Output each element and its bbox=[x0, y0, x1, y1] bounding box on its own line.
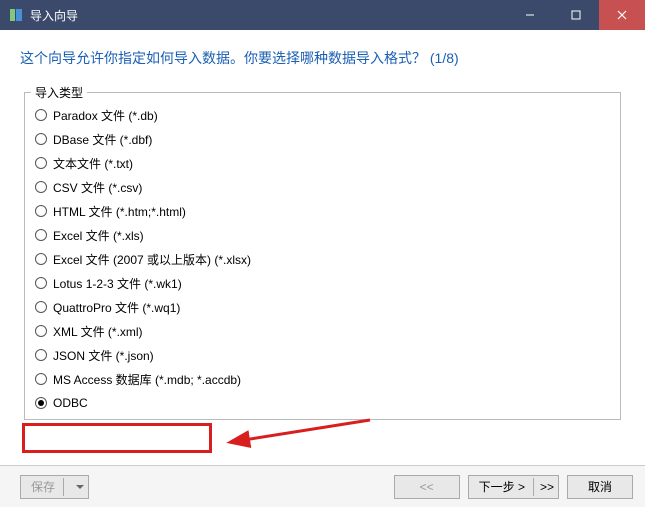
maximize-button[interactable] bbox=[553, 0, 599, 30]
import-type-option-label: Lotus 1-2-3 文件 (*.wk1) bbox=[53, 275, 182, 292]
radio-icon bbox=[35, 109, 47, 121]
import-type-option[interactable]: MS Access 数据库 (*.mdb; *.accdb) bbox=[35, 367, 610, 391]
radio-icon bbox=[35, 397, 47, 409]
minimize-button[interactable] bbox=[507, 0, 553, 30]
radio-icon bbox=[35, 181, 47, 193]
import-type-option-label: DBase 文件 (*.dbf) bbox=[53, 131, 152, 148]
import-type-option-label: JSON 文件 (*.json) bbox=[53, 347, 154, 364]
import-wizard-window: 导入向导 这个向导允许你指定如何导入数据。你要选择哪种数据导入格式？ (1/8)… bbox=[0, 0, 645, 507]
close-icon bbox=[617, 10, 627, 20]
import-type-option[interactable]: 文本文件 (*.txt) bbox=[35, 151, 610, 175]
import-type-option-label: QuattroPro 文件 (*.wq1) bbox=[53, 299, 180, 316]
import-type-option[interactable]: CSV 文件 (*.csv) bbox=[35, 175, 610, 199]
import-type-option-label: Excel 文件 (2007 或以上版本) (*.xlsx) bbox=[53, 251, 251, 268]
radio-icon bbox=[35, 373, 47, 385]
import-type-option[interactable]: DBase 文件 (*.dbf) bbox=[35, 127, 610, 151]
import-type-option-label: Paradox 文件 (*.db) bbox=[53, 107, 158, 124]
radio-icon bbox=[35, 277, 47, 289]
wizard-body: 这个向导允许你指定如何导入数据。你要选择哪种数据导入格式？ (1/8) Para… bbox=[0, 30, 645, 420]
cancel-button[interactable]: 取消 bbox=[567, 475, 633, 499]
import-type-option[interactable]: QuattroPro 文件 (*.wq1) bbox=[35, 295, 610, 319]
import-type-option-label: Excel 文件 (*.xls) bbox=[53, 227, 144, 244]
save-button-label: 保存 bbox=[31, 478, 55, 495]
import-type-option-label: ODBC bbox=[53, 396, 88, 410]
import-type-option[interactable]: HTML 文件 (*.htm;*.html) bbox=[35, 199, 610, 223]
radio-icon bbox=[35, 157, 47, 169]
close-button[interactable] bbox=[599, 0, 645, 30]
import-type-option-label: MS Access 数据库 (*.mdb; *.accdb) bbox=[53, 371, 241, 388]
save-button[interactable]: 保存 bbox=[20, 475, 89, 499]
annotation-highlight bbox=[22, 423, 212, 453]
chevron-down-icon bbox=[76, 485, 84, 489]
radio-icon bbox=[35, 349, 47, 361]
import-type-option[interactable]: Excel 文件 (2007 或以上版本) (*.xlsx) bbox=[35, 247, 610, 271]
import-type-option[interactable]: Excel 文件 (*.xls) bbox=[35, 223, 610, 247]
back-button-label: << bbox=[420, 480, 434, 494]
next-button-chevrons: >> bbox=[540, 480, 554, 494]
import-type-option[interactable]: Lotus 1-2-3 文件 (*.wk1) bbox=[35, 271, 610, 295]
radio-icon bbox=[35, 133, 47, 145]
wizard-footer: 保存 << 下一步 > >> 取消 bbox=[0, 465, 645, 507]
minimize-icon bbox=[525, 10, 535, 20]
import-type-option[interactable]: JSON 文件 (*.json) bbox=[35, 343, 610, 367]
import-type-option-label: 文本文件 (*.txt) bbox=[53, 155, 133, 172]
import-type-option-label: HTML 文件 (*.htm;*.html) bbox=[53, 203, 186, 220]
radio-icon bbox=[35, 301, 47, 313]
back-button[interactable]: << bbox=[394, 475, 460, 499]
next-button-label: 下一步 > bbox=[479, 478, 525, 495]
radio-icon bbox=[35, 253, 47, 265]
radio-icon bbox=[35, 205, 47, 217]
import-type-option-label: XML 文件 (*.xml) bbox=[53, 323, 143, 340]
titlebar: 导入向导 bbox=[0, 0, 645, 30]
import-type-fieldset: Paradox 文件 (*.db) DBase 文件 (*.dbf) 文本文件 (*… bbox=[24, 92, 621, 420]
cancel-button-label: 取消 bbox=[588, 478, 612, 495]
import-type-option[interactable]: XML 文件 (*.xml) bbox=[35, 319, 610, 343]
import-type-option[interactable]: ODBC bbox=[35, 391, 610, 415]
wizard-heading: 这个向导允许你指定如何导入数据。你要选择哪种数据导入格式？ (1/8) bbox=[20, 48, 625, 68]
maximize-icon bbox=[571, 10, 581, 20]
next-button[interactable]: 下一步 > >> bbox=[468, 475, 559, 499]
radio-icon bbox=[35, 325, 47, 337]
app-icon bbox=[8, 7, 24, 23]
window-title: 导入向导 bbox=[30, 7, 507, 24]
import-type-option-label: CSV 文件 (*.csv) bbox=[53, 179, 142, 196]
import-type-option[interactable]: Paradox 文件 (*.db) bbox=[35, 103, 610, 127]
radio-icon bbox=[35, 229, 47, 241]
